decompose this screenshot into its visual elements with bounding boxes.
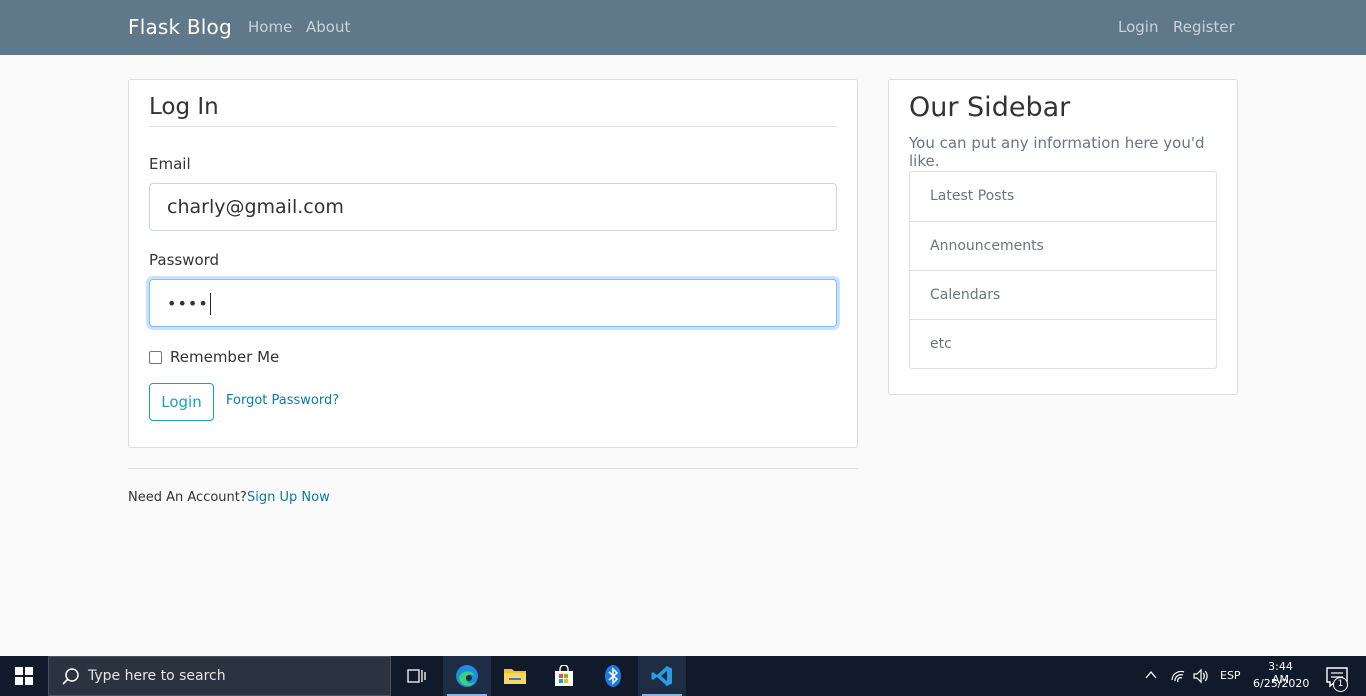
brand-link[interactable]: Flask Blog: [128, 15, 232, 39]
chevron-up-icon[interactable]: [1144, 668, 1158, 682]
windows-start-icon[interactable]: [15, 667, 33, 685]
footer-divider: [128, 468, 858, 469]
notification-badge: 1: [1333, 677, 1348, 692]
sidebar-title: Our Sidebar: [909, 92, 1071, 123]
remember-me-label[interactable]: Remember Me: [170, 348, 279, 366]
task-view-icon[interactable]: [392, 656, 440, 696]
nav-home-link[interactable]: Home: [248, 18, 292, 36]
forgot-password-link[interactable]: Forgot Password?: [226, 393, 339, 408]
wifi-icon[interactable]: [1169, 667, 1187, 685]
sidebar-description: You can put any information here you'd l…: [909, 134, 1205, 170]
sidebar-item-latest-posts[interactable]: Latest Posts: [910, 172, 1216, 221]
email-label: Email: [149, 155, 191, 173]
password-field[interactable]: ••••: [149, 279, 837, 327]
nav-about-link[interactable]: About: [306, 18, 350, 36]
search-placeholder: Type here to search: [88, 668, 226, 684]
legend-divider: [149, 126, 837, 127]
clock-date[interactable]: 6/25/2020: [1253, 677, 1309, 690]
sidebar-list: Latest Posts Announcements Calendars etc: [909, 171, 1217, 369]
edge-icon[interactable]: [443, 656, 491, 696]
sidebar-item-etc[interactable]: etc: [910, 319, 1216, 368]
sidebar-item-calendars[interactable]: Calendars: [910, 270, 1216, 319]
remember-me-row: Remember Me: [149, 348, 279, 366]
email-value: charly@gmail.com: [167, 196, 344, 218]
sidebar-item-announcements[interactable]: Announcements: [910, 221, 1216, 270]
text-caret: [209, 292, 211, 315]
login-button[interactable]: Login: [149, 383, 214, 421]
nav-register-link[interactable]: Register: [1173, 18, 1235, 36]
volume-icon[interactable]: [1192, 667, 1210, 685]
taskbar: Type here to search ESP 3:44 AM 6/25/202…: [0, 656, 1366, 696]
nav-login-link[interactable]: Login: [1118, 18, 1158, 36]
password-label: Password: [149, 251, 220, 269]
remember-me-checkbox[interactable]: [149, 350, 162, 364]
bluetooth-icon[interactable]: [589, 656, 637, 696]
file-explorer-icon[interactable]: [491, 656, 539, 696]
form-legend: Log In: [149, 94, 219, 120]
store-icon[interactable]: [540, 656, 588, 696]
password-value: ••••: [167, 294, 209, 313]
sign-up-link[interactable]: Sign Up Now: [247, 490, 330, 505]
navbar: Flask Blog Home About Login Register: [0, 0, 1366, 55]
language-indicator[interactable]: ESP: [1220, 669, 1241, 682]
search-icon: [62, 668, 79, 685]
email-field[interactable]: charly@gmail.com: [149, 183, 837, 231]
sidebar: Our Sidebar You can put any information …: [888, 79, 1238, 395]
need-account-text: Need An Account?: [128, 490, 247, 505]
taskbar-search-box[interactable]: Type here to search: [48, 656, 391, 696]
login-card: Log In Email charly@gmail.com Password •…: [128, 79, 858, 448]
vscode-icon[interactable]: [638, 656, 686, 696]
